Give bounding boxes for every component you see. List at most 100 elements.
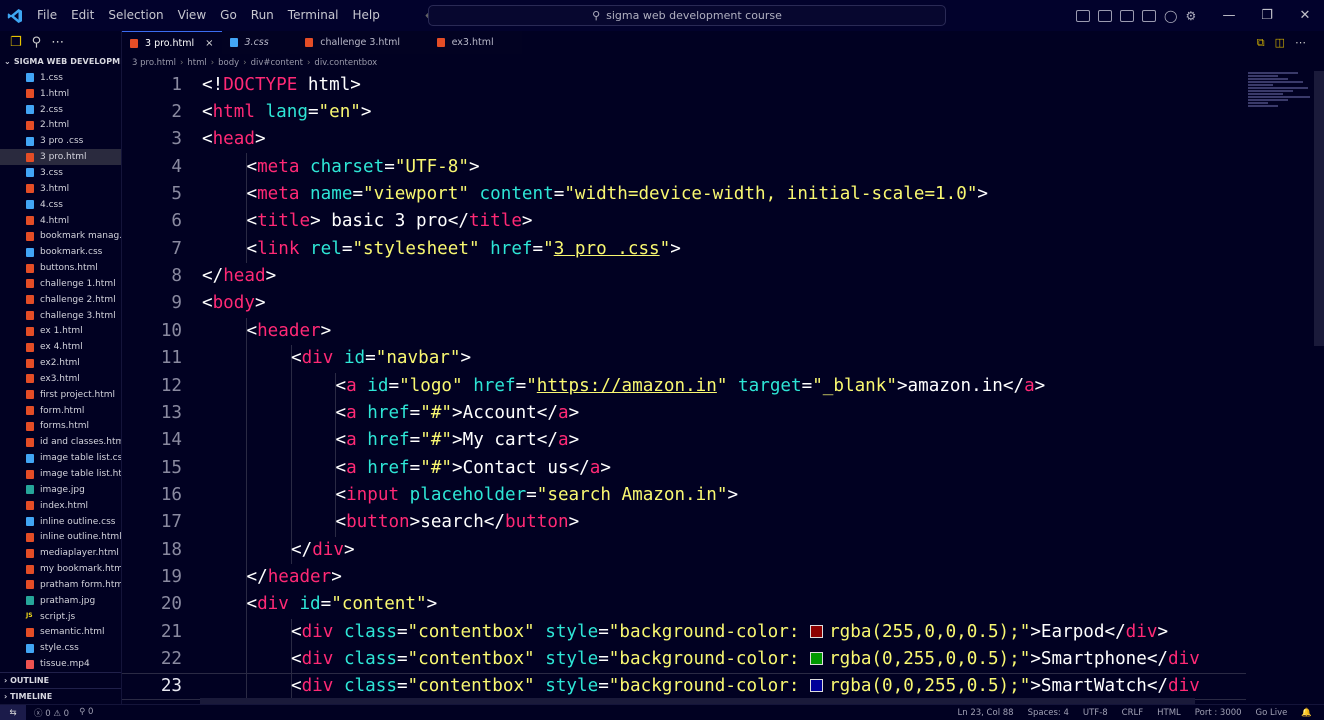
code-line[interactable]: 8 </head> <box>122 262 1246 289</box>
code-line[interactable]: 22 <div class="contentbox" style="backgro… <box>122 645 1246 672</box>
file-item[interactable]: 4.html <box>0 213 121 229</box>
live-server-port[interactable]: Port : 3000 <box>1195 708 1242 718</box>
more-actions-icon[interactable]: ⋯ <box>51 35 64 50</box>
code-line[interactable]: 17 <button>search</button> <box>122 509 1246 536</box>
code-line[interactable]: 6 <title> basic 3 pro</title> <box>122 208 1246 235</box>
file-item[interactable]: 1.css <box>0 70 121 86</box>
problems-indicator[interactable]: ⓧ 0 ⚠ 0 <box>34 707 69 719</box>
account-icon[interactable]: ◯ <box>1164 9 1177 23</box>
breadcrumb-item[interactable]: div#content <box>251 58 303 68</box>
open-preview-icon[interactable]: ⧉ <box>1257 36 1265 50</box>
file-item[interactable]: image table list.ht... <box>0 466 121 482</box>
file-item[interactable]: mediaplayer.html <box>0 545 121 561</box>
code-line[interactable]: 10 <header> <box>122 317 1246 344</box>
indentation[interactable]: Spaces: 4 <box>1028 708 1069 718</box>
editor-tab[interactable]: ex3.html <box>428 31 523 54</box>
file-item[interactable]: ex3.html <box>0 371 121 387</box>
file-item[interactable]: 2.html <box>0 118 121 134</box>
code-line[interactable]: 2 <html lang="en"> <box>122 98 1246 125</box>
editor-tab[interactable]: challenge 3.html <box>297 31 429 54</box>
file-item[interactable]: bookmark.css <box>0 244 121 260</box>
file-item[interactable]: form.html <box>0 403 121 419</box>
file-item[interactable]: index.html <box>0 498 121 514</box>
file-item[interactable]: JS script.js <box>0 609 121 625</box>
notifications-bell-icon[interactable]: 🔔 <box>1301 708 1312 718</box>
minimap[interactable] <box>1248 71 1314 117</box>
settings-gear-icon[interactable]: ⚙ <box>1185 9 1196 23</box>
restore-icon[interactable]: ❐ <box>1248 0 1286 31</box>
color-swatch[interactable] <box>810 679 824 693</box>
file-item[interactable]: 3 pro.html <box>0 149 121 166</box>
ports-indicator[interactable]: ⚲ 0 <box>79 707 93 719</box>
file-item[interactable]: challenge 2.html <box>0 292 121 308</box>
file-item[interactable]: ex 4.html <box>0 339 121 355</box>
split-editor-icon[interactable]: ◫ <box>1275 36 1285 49</box>
menu-terminal[interactable]: Terminal <box>281 0 346 31</box>
menu-help[interactable]: Help <box>346 0 387 31</box>
code-line[interactable]: 23 <div class="contentbox" style="backgro… <box>122 672 1246 701</box>
customize-layout-icon[interactable] <box>1142 9 1156 22</box>
breadcrumb-item[interactable]: html <box>187 58 206 68</box>
code-line[interactable]: 21 <div class="contentbox" style="backgro… <box>122 618 1246 645</box>
file-item[interactable]: ex 1.html <box>0 324 121 340</box>
code-line[interactable]: 16 <input placeholder="search Amazon.in"> <box>122 481 1246 508</box>
code-line[interactable]: 7 <link rel="stylesheet" href="3 pro .css… <box>122 235 1246 262</box>
toggle-sidebar-icon[interactable] <box>1076 9 1090 22</box>
code-line[interactable]: 1 <!DOCTYPE html> <box>122 71 1246 98</box>
file-item[interactable]: bookmark manag... <box>0 228 121 244</box>
menu-view[interactable]: View <box>171 0 213 31</box>
file-item[interactable]: 4.css <box>0 197 121 213</box>
breadcrumb-item[interactable]: div.contentbox <box>314 58 377 68</box>
file-item[interactable]: challenge 1.html <box>0 276 121 292</box>
color-swatch[interactable] <box>810 624 824 638</box>
file-item[interactable]: 1.html <box>0 86 121 102</box>
file-item[interactable]: inline outline.html <box>0 529 121 545</box>
code-line[interactable]: 15 <a href="#">Contact us</a> <box>122 454 1246 481</box>
file-item[interactable]: my bookmark.html <box>0 561 121 577</box>
file-item[interactable]: pratham form.html <box>0 577 121 593</box>
file-item[interactable]: tissue.mp4 <box>0 656 121 672</box>
menu-run[interactable]: Run <box>244 0 281 31</box>
code-line[interactable]: 12 <a id="logo" href="https://amazon.in" … <box>122 372 1246 399</box>
editor-tab[interactable]: 3.css <box>221 31 298 54</box>
command-center-search[interactable]: ⚲ sigma web development course <box>428 5 946 26</box>
file-item[interactable]: semantic.html <box>0 625 121 641</box>
more-actions-icon[interactable]: ⋯ <box>1295 36 1306 49</box>
file-item[interactable]: id and classes.html <box>0 434 121 450</box>
breadcrumb-item[interactable]: 3 pro.html <box>132 58 176 68</box>
language-mode[interactable]: HTML <box>1157 708 1181 718</box>
code-line[interactable]: 3 <head> <box>122 126 1246 153</box>
code-editor[interactable]: 1 <!DOCTYPE html> 2 <html lang="en"> 3 <head>… <box>122 71 1324 704</box>
file-item[interactable]: 3.css <box>0 165 121 181</box>
menu-go[interactable]: Go <box>213 0 244 31</box>
file-item[interactable]: pratham.jpg <box>0 593 121 609</box>
outline-pane-header[interactable]: › OUTLINE <box>0 672 121 688</box>
file-item[interactable]: image.jpg <box>0 482 121 498</box>
menu-selection[interactable]: Selection <box>101 0 170 31</box>
search-icon[interactable]: ⚲ <box>32 35 42 50</box>
explorer-files-icon[interactable]: ❐ <box>10 35 22 50</box>
file-item[interactable]: 3 pro .css <box>0 133 121 149</box>
file-item[interactable]: inline outline.css <box>0 514 121 530</box>
menu-file[interactable]: File <box>30 0 64 31</box>
code-line[interactable]: 4 <meta charset="UTF-8"> <box>122 153 1246 180</box>
timeline-pane-header[interactable]: › TIMELINE <box>0 688 121 704</box>
file-item[interactable]: 2.css <box>0 102 121 118</box>
remote-indicator-icon[interactable]: ⇆ <box>0 704 26 720</box>
file-item[interactable]: challenge 3.html <box>0 308 121 324</box>
code-line[interactable]: 14 <a href="#">My cart</a> <box>122 427 1246 454</box>
cursor-position[interactable]: Ln 23, Col 88 <box>958 708 1014 718</box>
code-line[interactable]: 19 </header> <box>122 563 1246 590</box>
code-line[interactable]: 13 <a href="#">Account</a> <box>122 399 1246 426</box>
code-line[interactable]: 18 </div> <box>122 536 1246 563</box>
breadcrumb-item[interactable]: body <box>218 58 239 68</box>
file-item[interactable]: forms.html <box>0 419 121 435</box>
code-line[interactable]: 11 <div id="navbar"> <box>122 345 1246 372</box>
vertical-scrollbar[interactable] <box>1314 71 1324 346</box>
file-item[interactable]: first project.html <box>0 387 121 403</box>
code-line[interactable]: 5 <meta name="viewport" content="width=de… <box>122 180 1246 207</box>
workspace-folder[interactable]: ⌄ SIGMA WEB DEVELOPMEN... <box>0 53 121 70</box>
toggle-secondary-sidebar-icon[interactable] <box>1120 9 1134 22</box>
encoding[interactable]: UTF-8 <box>1083 708 1108 718</box>
line-ending[interactable]: CRLF <box>1122 708 1143 718</box>
